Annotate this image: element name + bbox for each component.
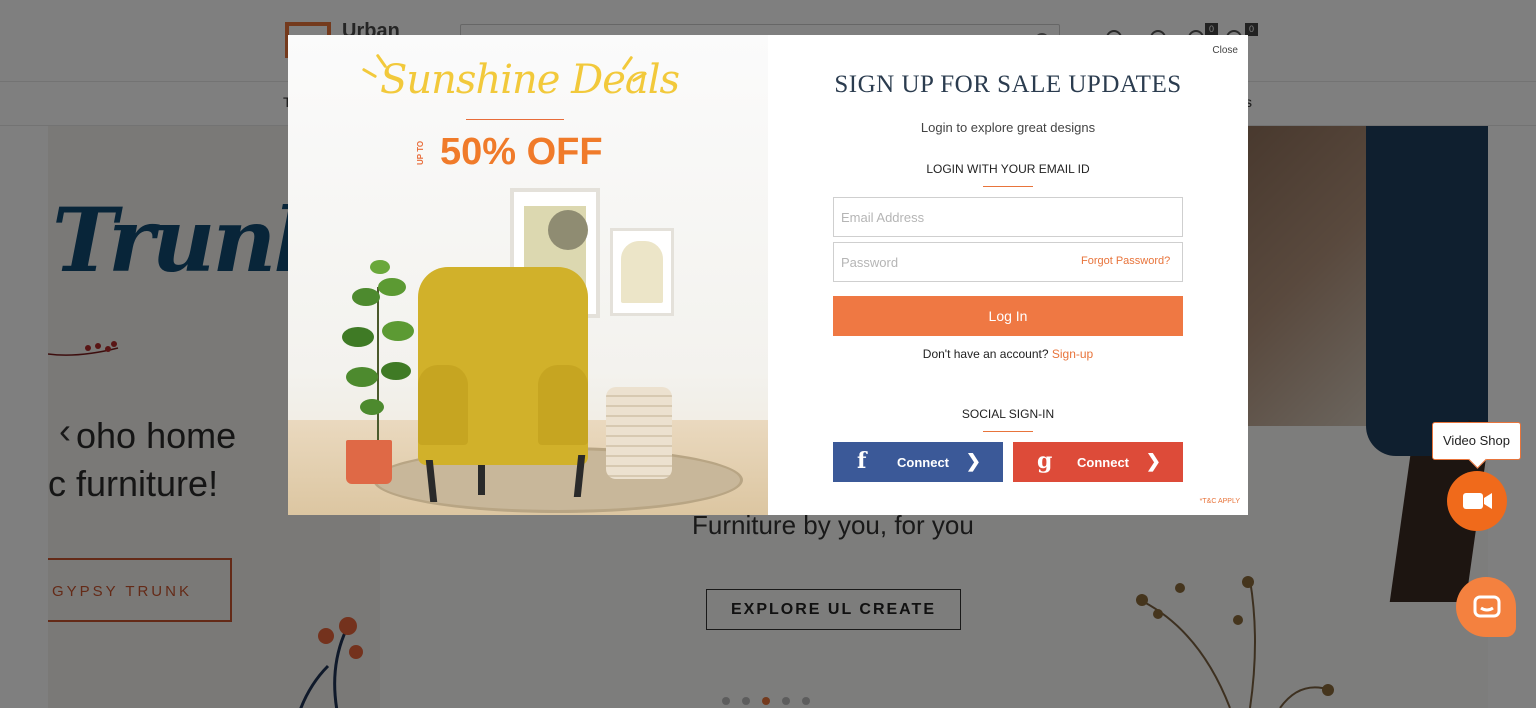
armchair-arm-right xyxy=(538,365,588,445)
google-connect-button[interactable]: g Connect ❯ xyxy=(1013,442,1183,482)
login-button[interactable]: Log In xyxy=(833,296,1183,336)
sunshine-deals-headline: Sunshine Deals xyxy=(380,57,680,103)
up-to-label: UP TO xyxy=(416,140,425,165)
video-camera-icon xyxy=(1463,493,1492,509)
armchair-arm-left xyxy=(418,365,468,445)
close-button[interactable]: Close xyxy=(1212,45,1238,56)
no-account-text: Don't have an account? xyxy=(922,347,1049,361)
discount-label: 50% OFF xyxy=(440,131,603,173)
google-connect-label: Connect xyxy=(1077,455,1129,470)
wall-art-frame-2 xyxy=(610,228,674,316)
armchair-leg xyxy=(478,465,485,495)
stool xyxy=(606,387,672,479)
promo-image: Sunshine Deals UP TO 50% OFF xyxy=(288,35,768,515)
signup-link[interactable]: Sign-up xyxy=(1052,347,1093,361)
signup-modal: Sunshine Deals UP TO 50% OFF Close SIGN … xyxy=(288,35,1248,515)
facebook-connect-button[interactable]: f Connect ❯ xyxy=(833,442,1003,482)
signup-form-panel: Close SIGN UP FOR SALE UPDATES Login to … xyxy=(768,35,1248,515)
signup-prompt: Don't have an account? Sign-up xyxy=(768,347,1248,361)
video-shop-tooltip: Video Shop xyxy=(1432,422,1521,460)
video-shop-button[interactable] xyxy=(1447,471,1507,531)
facebook-connect-label: Connect xyxy=(897,455,949,470)
chevron-right-icon: ❯ xyxy=(1145,451,1161,471)
chat-icon xyxy=(1473,595,1501,618)
login-email-header: LOGIN WITH YOUR EMAIL ID xyxy=(926,162,1090,176)
sun-ray xyxy=(361,67,378,79)
facebook-icon: f xyxy=(857,448,867,474)
chat-button[interactable] xyxy=(1456,577,1516,637)
email-field[interactable] xyxy=(833,197,1183,237)
social-header-underline xyxy=(983,431,1033,432)
promo-divider xyxy=(466,119,564,120)
chevron-right-icon: ❯ xyxy=(965,451,981,471)
plant-illustration xyxy=(342,260,414,467)
forgot-password-link[interactable]: Forgot Password? xyxy=(1081,255,1170,267)
google-icon: g xyxy=(1037,448,1053,474)
login-header-underline xyxy=(983,186,1033,187)
modal-subtitle: Login to explore great designs xyxy=(920,120,1096,135)
plant-pot xyxy=(346,440,392,484)
modal-title: SIGN UP FOR SALE UPDATES xyxy=(834,71,1182,98)
tnc-note: *T&C APPLY xyxy=(1199,498,1240,505)
social-signin-header: SOCIAL SIGN-IN xyxy=(961,407,1055,421)
